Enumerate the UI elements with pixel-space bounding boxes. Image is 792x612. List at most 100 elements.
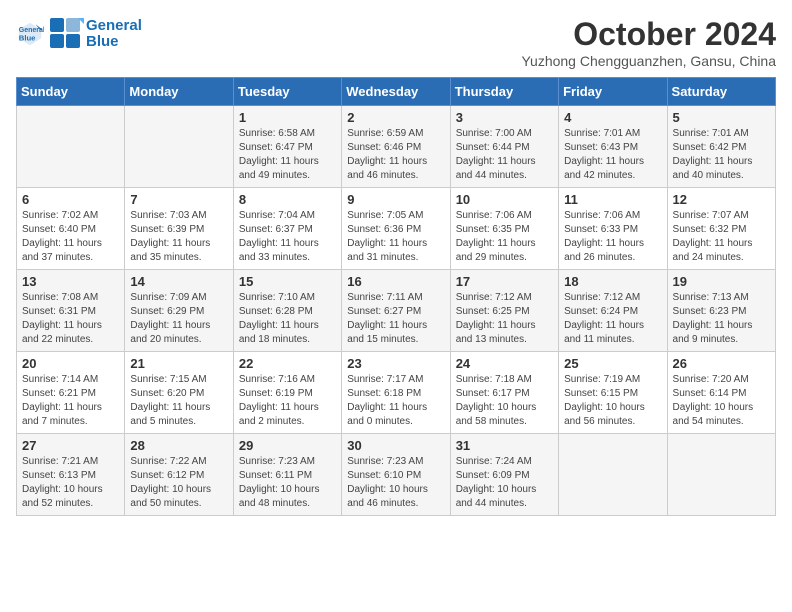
calendar-cell <box>559 434 667 516</box>
calendar-cell: 17 Sunrise: 7:12 AM Sunset: 6:25 PM Dayli… <box>450 270 558 352</box>
calendar-week-row: 1 Sunrise: 6:58 AM Sunset: 6:47 PM Daylig… <box>17 106 776 188</box>
day-info: Sunrise: 7:17 AM Sunset: 6:18 PM Dayligh… <box>347 373 444 429</box>
day-info: Sunrise: 7:12 AM Sunset: 6:24 PM Dayligh… <box>564 291 661 347</box>
calendar-header: SundayMondayTuesdayWednesdayThursdayFrid… <box>17 78 776 106</box>
calendar-cell: 27Sunrise: 7:21 AM Sunset: 6:13 PM Dayli… <box>17 434 125 516</box>
day-number: 20 <box>22 356 119 371</box>
day-number: 1 <box>239 110 336 125</box>
logo-icon: General Blue <box>16 20 44 48</box>
day-info: Sunrise: 7:01 AM Sunset: 6:42 PM Dayligh… <box>673 127 770 183</box>
day-info: Sunrise: 7:02 AM Sunset: 6:40 PM Dayligh… <box>22 209 119 265</box>
day-info: Sunrise: 7:06 AM Sunset: 6:35 PM Dayligh… <box>456 209 553 265</box>
day-info: Sunrise: 7:23 AM Sunset: 6:10 PM Dayligh… <box>347 455 444 511</box>
day-number: 22 <box>239 356 336 371</box>
header: General Blue General Blue October 202 <box>16 16 776 69</box>
calendar-cell: 21 Sunrise: 7:15 AM Sunset: 6:20 PM Dayli… <box>125 352 233 434</box>
weekday-header-thursday: Thursday <box>450 78 558 106</box>
day-info: Sunrise: 7:06 AM Sunset: 6:33 PM Dayligh… <box>564 209 661 265</box>
day-number: 3 <box>456 110 553 125</box>
calendar-cell: 10 Sunrise: 7:06 AM Sunset: 6:35 PM Dayli… <box>450 188 558 270</box>
day-number: 23 <box>347 356 444 371</box>
day-number: 8 <box>239 192 336 207</box>
logo-graphic <box>48 16 84 52</box>
calendar-cell: 2 Sunrise: 6:59 AM Sunset: 6:46 PM Daylig… <box>342 106 450 188</box>
day-number: 14 <box>130 274 227 289</box>
day-number: 9 <box>347 192 444 207</box>
calendar-cell <box>17 106 125 188</box>
day-info: Sunrise: 6:58 AM Sunset: 6:47 PM Dayligh… <box>239 127 336 183</box>
weekday-header-tuesday: Tuesday <box>233 78 341 106</box>
weekday-header-monday: Monday <box>125 78 233 106</box>
day-number: 4 <box>564 110 661 125</box>
day-info: Sunrise: 7:04 AM Sunset: 6:37 PM Dayligh… <box>239 209 336 265</box>
day-number: 29 <box>239 438 336 453</box>
day-number: 17 <box>456 274 553 289</box>
day-number: 5 <box>673 110 770 125</box>
calendar-cell: 4Sunrise: 7:01 AM Sunset: 6:43 PM Daylig… <box>559 106 667 188</box>
day-info: Sunrise: 7:08 AM Sunset: 6:31 PM Dayligh… <box>22 291 119 347</box>
calendar-cell: 24 Sunrise: 7:18 AM Sunset: 6:17 PM Dayli… <box>450 352 558 434</box>
day-number: 31 <box>456 438 553 453</box>
day-number: 12 <box>673 192 770 207</box>
day-info: Sunrise: 7:05 AM Sunset: 6:36 PM Dayligh… <box>347 209 444 265</box>
calendar-cell: 30 Sunrise: 7:23 AM Sunset: 6:10 PM Dayli… <box>342 434 450 516</box>
day-info: Sunrise: 7:18 AM Sunset: 6:17 PM Dayligh… <box>456 373 553 429</box>
day-number: 30 <box>347 438 444 453</box>
day-info: Sunrise: 7:19 AM Sunset: 6:15 PM Dayligh… <box>564 373 661 429</box>
day-info: Sunrise: 7:24 AM Sunset: 6:09 PM Dayligh… <box>456 455 553 511</box>
calendar-cell: 13 Sunrise: 7:08 AM Sunset: 6:31 PM Dayli… <box>17 270 125 352</box>
day-info: Sunrise: 7:20 AM Sunset: 6:14 PM Dayligh… <box>673 373 770 429</box>
day-info: Sunrise: 6:59 AM Sunset: 6:46 PM Dayligh… <box>347 127 444 183</box>
day-number: 16 <box>347 274 444 289</box>
day-number: 2 <box>347 110 444 125</box>
calendar-week-row: 20 Sunrise: 7:14 AM Sunset: 6:21 PM Dayli… <box>17 352 776 434</box>
location-subtitle: Yuzhong Chengguanzhen, Gansu, China <box>521 53 776 69</box>
weekday-header-row: SundayMondayTuesdayWednesdayThursdayFrid… <box>17 78 776 106</box>
day-info: Sunrise: 7:07 AM Sunset: 6:32 PM Dayligh… <box>673 209 770 265</box>
weekday-header-saturday: Saturday <box>667 78 775 106</box>
day-number: 15 <box>239 274 336 289</box>
day-number: 27 <box>22 438 119 453</box>
day-info: Sunrise: 7:12 AM Sunset: 6:25 PM Dayligh… <box>456 291 553 347</box>
day-number: 28 <box>130 438 227 453</box>
logo: General Blue General Blue <box>16 16 142 52</box>
day-number: 7 <box>130 192 227 207</box>
day-number: 19 <box>673 274 770 289</box>
calendar-week-row: 27Sunrise: 7:21 AM Sunset: 6:13 PM Dayli… <box>17 434 776 516</box>
calendar-cell: 16 Sunrise: 7:11 AM Sunset: 6:27 PM Dayli… <box>342 270 450 352</box>
calendar-cell: 6 Sunrise: 7:02 AM Sunset: 6:40 PM Daylig… <box>17 188 125 270</box>
day-number: 25 <box>564 356 661 371</box>
calendar-cell: 26Sunrise: 7:20 AM Sunset: 6:14 PM Dayli… <box>667 352 775 434</box>
day-info: Sunrise: 7:14 AM Sunset: 6:21 PM Dayligh… <box>22 373 119 429</box>
logo-text: General Blue <box>86 18 142 51</box>
calendar-cell <box>667 434 775 516</box>
calendar-cell: 29Sunrise: 7:23 AM Sunset: 6:11 PM Dayli… <box>233 434 341 516</box>
weekday-header-wednesday: Wednesday <box>342 78 450 106</box>
calendar-week-row: 13 Sunrise: 7:08 AM Sunset: 6:31 PM Dayli… <box>17 270 776 352</box>
calendar-cell: 20 Sunrise: 7:14 AM Sunset: 6:21 PM Dayli… <box>17 352 125 434</box>
calendar-cell: 14Sunrise: 7:09 AM Sunset: 6:29 PM Dayli… <box>125 270 233 352</box>
day-info: Sunrise: 7:13 AM Sunset: 6:23 PM Dayligh… <box>673 291 770 347</box>
title-area: October 2024 Yuzhong Chengguanzhen, Gans… <box>521 16 776 69</box>
day-number: 13 <box>22 274 119 289</box>
day-info: Sunrise: 7:11 AM Sunset: 6:27 PM Dayligh… <box>347 291 444 347</box>
calendar-cell: 5 Sunrise: 7:01 AM Sunset: 6:42 PM Daylig… <box>667 106 775 188</box>
calendar-cell: 1 Sunrise: 6:58 AM Sunset: 6:47 PM Daylig… <box>233 106 341 188</box>
calendar-cell: 15Sunrise: 7:10 AM Sunset: 6:28 PM Dayli… <box>233 270 341 352</box>
calendar-cell: 8 Sunrise: 7:04 AM Sunset: 6:37 PM Daylig… <box>233 188 341 270</box>
calendar-cell: 25 Sunrise: 7:19 AM Sunset: 6:15 PM Dayli… <box>559 352 667 434</box>
calendar-cell: 11Sunrise: 7:06 AM Sunset: 6:33 PM Dayli… <box>559 188 667 270</box>
day-info: Sunrise: 7:16 AM Sunset: 6:19 PM Dayligh… <box>239 373 336 429</box>
svg-text:Blue: Blue <box>19 33 36 42</box>
day-number: 10 <box>456 192 553 207</box>
calendar-cell: 18 Sunrise: 7:12 AM Sunset: 6:24 PM Dayli… <box>559 270 667 352</box>
day-number: 21 <box>130 356 227 371</box>
month-title: October 2024 <box>521 16 776 53</box>
day-info: Sunrise: 7:00 AM Sunset: 6:44 PM Dayligh… <box>456 127 553 183</box>
calendar-body: 1 Sunrise: 6:58 AM Sunset: 6:47 PM Daylig… <box>17 106 776 516</box>
day-number: 18 <box>564 274 661 289</box>
weekday-header-friday: Friday <box>559 78 667 106</box>
day-info: Sunrise: 7:15 AM Sunset: 6:20 PM Dayligh… <box>130 373 227 429</box>
day-number: 24 <box>456 356 553 371</box>
day-number: 6 <box>22 192 119 207</box>
